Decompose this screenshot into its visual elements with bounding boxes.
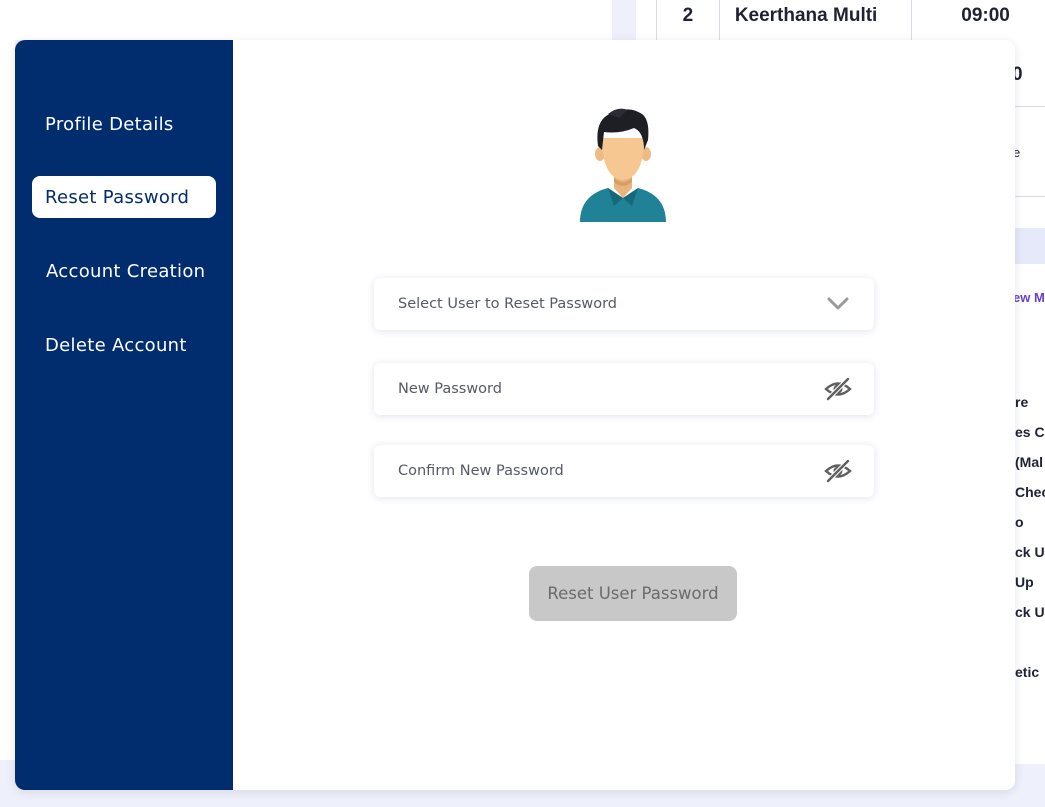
background-panel: ew M re es Ca (Mal Chec o ck Up Up ck Up… bbox=[1015, 264, 1045, 764]
background-table-row: 2 Keerthana Multi 09:00 bbox=[656, 0, 1045, 40]
background-band bbox=[1015, 228, 1045, 264]
sidebar-item-reset-password[interactable]: Reset Password bbox=[32, 176, 216, 218]
confirm-password-input[interactable] bbox=[398, 463, 798, 479]
background-text-fragment: Up bbox=[1015, 574, 1034, 590]
sidebar-item-label: Reset Password bbox=[45, 186, 190, 208]
new-password-input[interactable] bbox=[398, 381, 798, 397]
reset-user-password-button[interactable]: Reset User Password bbox=[529, 566, 737, 621]
background-card-edge bbox=[0, 40, 15, 760]
select-user-label: Select User to Reset Password bbox=[398, 296, 618, 312]
row-time: 09:00 bbox=[961, 5, 1010, 26]
eye-off-icon[interactable] bbox=[824, 459, 852, 483]
reset-password-panel: Select User to Reset Password Reset User… bbox=[233, 40, 1015, 790]
settings-sidebar: Profile Details Reset Password Account C… bbox=[15, 40, 233, 790]
background-text-fragment: Chec bbox=[1015, 484, 1045, 500]
eye-off-icon[interactable] bbox=[824, 377, 852, 401]
background-text-fragment: re bbox=[1015, 394, 1029, 410]
background-link-fragment: ew M bbox=[1015, 290, 1045, 305]
background-text-fragment: etic bbox=[1015, 664, 1040, 680]
sidebar-item-label: Delete Account bbox=[45, 334, 187, 356]
sidebar-item-label: Profile Details bbox=[45, 113, 174, 135]
background-divider bbox=[1015, 106, 1045, 107]
row-index: 2 bbox=[657, 0, 720, 40]
new-password-field bbox=[374, 363, 874, 415]
background-card bbox=[0, 0, 612, 40]
user-avatar-icon bbox=[580, 108, 666, 222]
settings-modal: Profile Details Reset Password Account C… bbox=[15, 40, 1015, 790]
sidebar-item-delete-account[interactable]: Delete Account bbox=[32, 324, 216, 366]
sidebar-item-label: Account Creation bbox=[46, 260, 206, 282]
chevron-down-icon bbox=[824, 292, 852, 316]
background-text-fragment: ck Up bbox=[1015, 544, 1045, 560]
sidebar-item-profile-details[interactable]: Profile Details bbox=[32, 103, 216, 145]
row-name: Keerthana Multi bbox=[720, 0, 913, 40]
background-divider bbox=[1015, 196, 1045, 197]
sidebar-item-account-creation[interactable]: Account Creation bbox=[32, 250, 216, 292]
background-text-fragment: o bbox=[1015, 514, 1024, 530]
background-text-fragment: ck Up bbox=[1015, 604, 1045, 620]
confirm-password-field bbox=[374, 445, 874, 497]
background-text-fragment: es Ca bbox=[1015, 424, 1045, 440]
background-text-fragment: (Mal bbox=[1015, 454, 1043, 470]
select-user-dropdown[interactable]: Select User to Reset Password bbox=[374, 278, 874, 330]
